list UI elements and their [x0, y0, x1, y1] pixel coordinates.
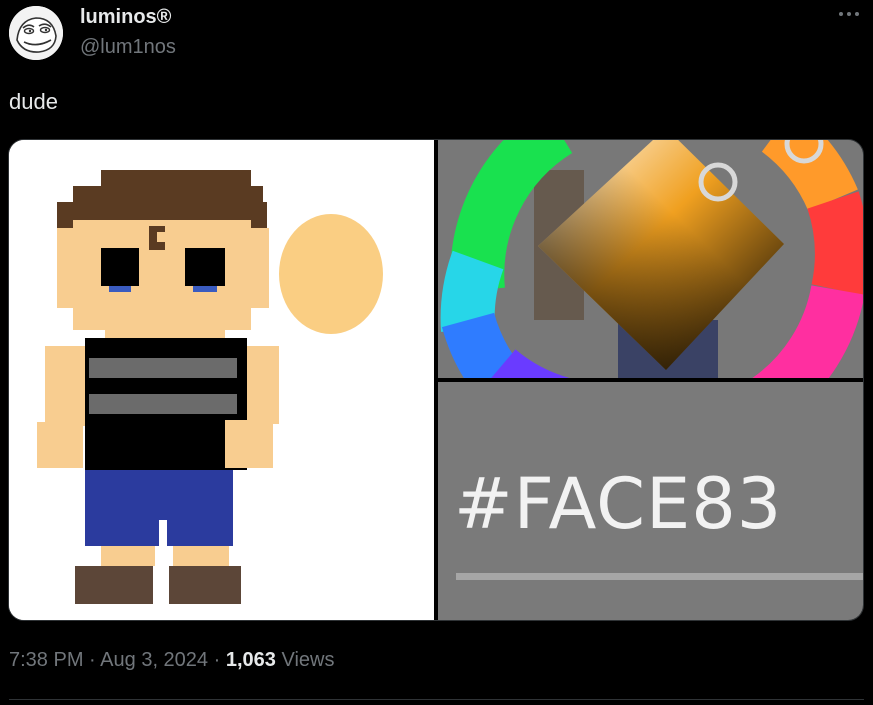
bottom-divider	[9, 699, 864, 700]
tweet-text: dude	[9, 89, 58, 114]
views-count: 1,063	[225, 649, 276, 671]
user-handle[interactable]: @lum1nos	[80, 35, 176, 59]
more-options-button[interactable]	[832, 4, 866, 28]
tweet-meta: 7:38 PM · Aug 3, 2024 · 1,063 Views	[9, 648, 334, 672]
color-wheel-picker-image	[438, 140, 863, 378]
meta-separator: ·	[213, 649, 221, 671]
media-grid: #FACE83	[8, 139, 864, 621]
hex-underline	[456, 573, 863, 580]
hex-code-text: #FACE83	[454, 463, 783, 545]
pixel-character-image	[9, 140, 434, 620]
views-label: Views	[281, 649, 335, 671]
meta-separator: ·	[89, 649, 96, 671]
tweet-date[interactable]: Aug 3, 2024	[100, 649, 208, 671]
media-image-hex-code[interactable]: #FACE83	[438, 382, 863, 620]
tweet-time[interactable]: 7:38 PM	[9, 649, 83, 671]
more-dots-icon	[839, 12, 859, 16]
display-name[interactable]: luminos®	[80, 5, 171, 29]
meme-face-avatar-icon	[9, 6, 63, 60]
media-image-color-picker[interactable]	[438, 140, 863, 378]
avatar[interactable]	[9, 6, 63, 60]
media-image-pixel-character[interactable]	[9, 140, 434, 620]
